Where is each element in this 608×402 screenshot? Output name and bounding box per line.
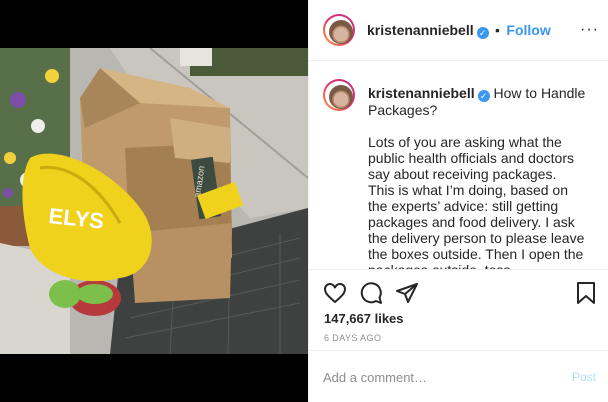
- instagram-post: amazon ELYS kristenanniebell ✓ • Follow ·…: [0, 0, 608, 402]
- caption-paragraph-2: This is what I’m doing, based on the exp…: [368, 182, 585, 269]
- follow-button[interactable]: Follow: [506, 22, 550, 38]
- paper-plane-icon[interactable]: [395, 281, 419, 305]
- heart-icon[interactable]: [323, 281, 347, 305]
- caption-paragraph-1: Lots of you are asking what the public h…: [368, 134, 574, 182]
- verified-badge-icon: ✓: [476, 27, 489, 39]
- author-username[interactable]: kristenanniebell: [367, 22, 474, 38]
- bookmark-icon[interactable]: [575, 281, 597, 305]
- planter-post: [180, 48, 212, 66]
- post-sidebar: kristenanniebell ✓ • Follow ··· kristenan…: [308, 0, 608, 402]
- post-comment-button[interactable]: Post: [572, 370, 596, 384]
- post-header: kristenanniebell ✓ • Follow ···: [309, 0, 608, 61]
- caption-username[interactable]: kristenanniebell: [368, 85, 475, 101]
- caption-text: kristenanniebell ✓ How to Handle Packages…: [368, 85, 590, 269]
- likes-count[interactable]: 147,667 likes: [324, 311, 404, 326]
- post-actions: 147,667 likes 6 DAYS AGO: [309, 269, 608, 350]
- header-separator: •: [495, 22, 500, 38]
- caption-author-avatar[interactable]: [323, 79, 355, 111]
- comment-bar: Post: [309, 350, 608, 402]
- post-caption: kristenanniebell ✓ How to Handle Packages…: [309, 61, 608, 269]
- post-media: amazon ELYS: [0, 0, 308, 402]
- post-timestamp[interactable]: 6 DAYS AGO: [324, 333, 381, 343]
- caption-verified-badge-icon: ✓: [477, 90, 490, 102]
- comment-bubble-icon[interactable]: [359, 281, 383, 305]
- author-avatar[interactable]: [323, 14, 355, 46]
- more-options-icon[interactable]: ···: [580, 21, 599, 39]
- porch-packages-photo: amazon ELYS: [0, 48, 308, 354]
- comment-input[interactable]: [323, 367, 543, 387]
- post-photo[interactable]: amazon ELYS: [0, 48, 308, 354]
